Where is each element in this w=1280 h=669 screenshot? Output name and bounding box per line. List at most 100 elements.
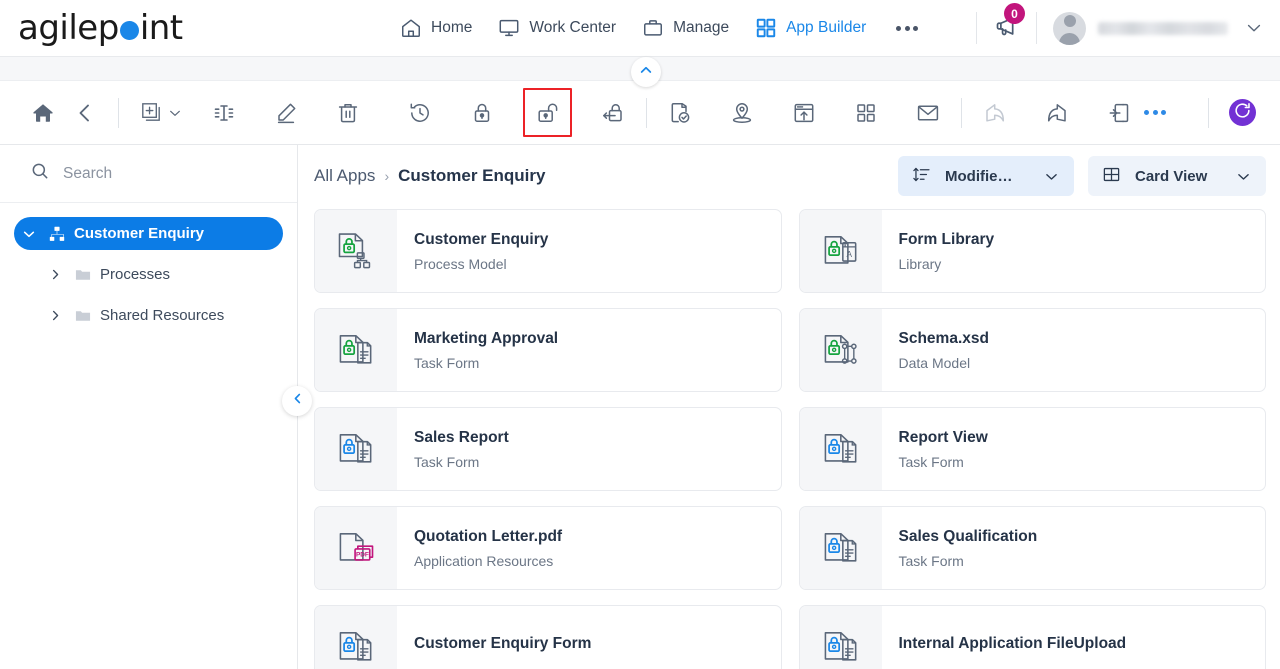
card-item[interactable]: Sales Report Task Form xyxy=(314,407,782,491)
nav-item-manage[interactable]: Manage xyxy=(642,17,729,39)
tree-label-processes: Processes xyxy=(100,266,171,283)
card-text: Schema.xsd Data Model xyxy=(882,309,1266,391)
tree-label-customer-enquiry: Customer Enquiry xyxy=(74,225,205,242)
tree-label-shared-resources: Shared Resources xyxy=(100,307,225,324)
card-text: Customer Enquiry Form xyxy=(397,606,781,669)
toolbar-more-options-button[interactable] xyxy=(1140,110,1170,115)
sort-dropdown[interactable]: Modifie… xyxy=(898,156,1074,196)
locked-form-icon xyxy=(799,606,882,669)
collapse-header-button[interactable] xyxy=(631,57,661,87)
card-subtitle: Task Form xyxy=(898,453,964,470)
brand-logo[interactable]: agilep int xyxy=(0,11,400,45)
nav-more-icon[interactable] xyxy=(892,25,922,31)
nav-item-work-center[interactable]: Work Center xyxy=(498,17,616,39)
card-item[interactable]: Internal Application FileUpload xyxy=(798,605,1266,669)
chevron-down-icon[interactable] xyxy=(167,105,183,121)
toolbar-edit-button[interactable] xyxy=(265,92,307,134)
avatar-body xyxy=(1059,32,1080,45)
card-item[interactable]: Customer Enquiry Form xyxy=(314,605,782,669)
card-text: Quotation Letter.pdf Application Resourc… xyxy=(397,507,781,589)
locked-form-icon xyxy=(799,507,882,589)
toolbar-check-in-button[interactable] xyxy=(461,92,503,134)
toolbar-divider-2 xyxy=(646,97,647,128)
chevron-down-icon[interactable] xyxy=(1244,18,1264,38)
dot-2 xyxy=(904,25,910,31)
main-navigation: Home Work Center Manage App Builder xyxy=(400,17,960,39)
briefcase-icon xyxy=(642,17,664,39)
locked-library-icon: A xyxy=(799,210,882,292)
tree-item-processes[interactable]: Processes xyxy=(40,258,283,291)
avatar-inner xyxy=(1053,12,1086,45)
card-text: Internal Application FileUpload xyxy=(882,606,1266,669)
card-item[interactable]: Marketing Approval Task Form xyxy=(314,308,782,392)
toolbar-divider-3 xyxy=(961,97,962,128)
app-toolbar xyxy=(0,81,1280,145)
card-item[interactable]: A Form Library Library xyxy=(798,209,1266,293)
card-subtitle: Task Form xyxy=(414,453,480,470)
nav-item-app-builder[interactable]: App Builder xyxy=(755,17,866,39)
main-body: Search Customer Enquiry Processes Shared… xyxy=(0,145,1280,669)
card-title: Customer Enquiry Form xyxy=(414,634,592,652)
search-placeholder: Search xyxy=(63,164,113,182)
toolbar-validate-button[interactable] xyxy=(659,92,701,134)
tb-dot-2 xyxy=(1152,110,1158,115)
toolbar-export-button[interactable] xyxy=(1036,92,1078,134)
home-icon xyxy=(400,17,422,39)
toolbar-home-button[interactable] xyxy=(22,92,64,134)
logo-text-before: agilep xyxy=(18,8,119,48)
toolbar-publish-button[interactable] xyxy=(721,92,763,134)
left-sidebar: Search Customer Enquiry Processes Shared… xyxy=(0,145,312,669)
card-item[interactable]: PDF Quotation Letter.pdf Application Res… xyxy=(314,506,782,590)
card-title: Quotation Letter.pdf xyxy=(414,527,563,545)
tree-item-shared-resources[interactable]: Shared Resources xyxy=(40,299,283,332)
card-title: Sales Qualification xyxy=(898,527,1038,545)
chevron-right-icon[interactable] xyxy=(40,267,70,282)
toolbar-back-button[interactable] xyxy=(64,92,106,134)
card-item[interactable]: Schema.xsd Data Model xyxy=(798,308,1266,392)
card-text: Form Library Library xyxy=(882,210,1266,292)
toolbar-history-button[interactable] xyxy=(399,92,441,134)
chevron-up-icon xyxy=(638,62,654,83)
chevron-right-icon[interactable] xyxy=(40,308,70,323)
sort-label: Modifie… xyxy=(945,167,1013,185)
card-item[interactable]: Customer Enquiry Process Model xyxy=(314,209,782,293)
toolbar-apps-grid-button[interactable] xyxy=(845,92,887,134)
toolbar-mail-button[interactable] xyxy=(907,92,949,134)
notification-count-badge: 0 xyxy=(1004,3,1025,24)
toolbar-copy-button[interactable] xyxy=(1098,92,1140,134)
card-subtitle: Data Model xyxy=(898,354,971,371)
avatar-head xyxy=(1063,15,1076,27)
card-item[interactable]: Report View Task Form xyxy=(798,407,1266,491)
monitor-icon xyxy=(498,17,520,39)
notifications-button[interactable]: 0 xyxy=(993,3,1025,44)
tree-item-customer-enquiry[interactable]: Customer Enquiry xyxy=(14,217,283,250)
toolbar-rename-button[interactable] xyxy=(203,92,245,134)
toolbar-delete-button[interactable] xyxy=(327,92,369,134)
chevron-down-icon xyxy=(1043,168,1060,185)
toolbar-check-out-button[interactable] xyxy=(523,88,572,137)
breadcrumb-all-apps[interactable]: All Apps xyxy=(314,166,375,186)
collapse-sidebar-button[interactable] xyxy=(282,386,312,416)
card-item[interactable]: Sales Qualification Task Form xyxy=(798,506,1266,590)
card-text: Sales Report Task Form xyxy=(397,408,781,490)
toolbar-undo-check-out-button[interactable] xyxy=(592,92,634,134)
toolbar-divider-4 xyxy=(1208,97,1209,128)
avatar[interactable] xyxy=(1053,11,1086,45)
sort-icon xyxy=(912,165,931,188)
card-subtitle: Task Form xyxy=(898,552,964,569)
nav-label-manage: Manage xyxy=(673,19,730,36)
nav-item-home[interactable]: Home xyxy=(400,17,472,39)
toolbar-import-button[interactable] xyxy=(974,92,1016,134)
search-icon xyxy=(30,161,50,186)
header-divider-1 xyxy=(976,12,977,44)
card-title: Sales Report xyxy=(414,428,509,446)
toolbar-deploy-button[interactable] xyxy=(783,92,825,134)
search-input[interactable]: Search xyxy=(0,145,297,203)
view-dropdown[interactable]: Card View xyxy=(1088,156,1266,196)
breadcrumb-current: Customer Enquiry xyxy=(398,166,546,185)
toolbar-refresh-button[interactable] xyxy=(1229,99,1256,126)
nav-label-home: Home xyxy=(431,19,473,36)
svg-text:A: A xyxy=(846,250,852,259)
app-tree: Customer Enquiry Processes Shared Resour… xyxy=(0,203,297,332)
chevron-down-icon[interactable] xyxy=(14,226,44,242)
